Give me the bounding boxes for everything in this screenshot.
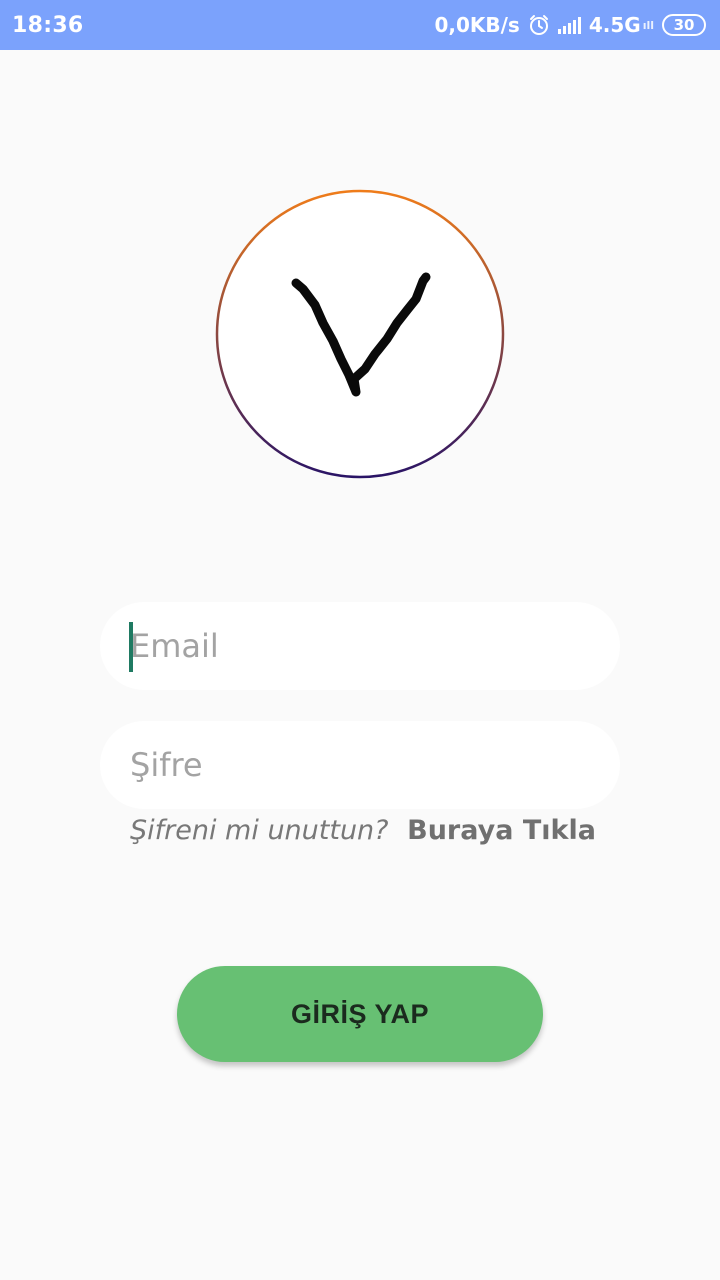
login-screen: 18:36 0,0KB/s 4.5G ıll 30 Email Şifreni … [0,0,720,1280]
app-logo [215,189,505,479]
password-field[interactable] [100,721,620,809]
net-speed: 0,0KB/s [434,13,520,37]
text-cursor [129,622,133,672]
alarm-icon [528,14,550,36]
status-time: 18:36 [12,12,84,38]
forgot-password-question: Şifreni mi unuttun? [130,815,389,846]
status-indicators: 0,0KB/s 4.5G ıll 30 [434,13,706,37]
battery-icon: 30 [662,14,706,36]
password-input[interactable] [130,746,620,784]
email-input[interactable] [130,627,620,665]
forgot-password-link[interactable]: Buraya Tıkla [407,815,596,846]
login-button[interactable]: GİRİŞ YAP [177,966,543,1062]
battery-level: 30 [673,15,695,34]
network-sub: ıll [642,18,654,32]
handwritten-v-logo-icon [215,189,505,479]
signal-icon [557,16,581,34]
status-bar: 18:36 0,0KB/s 4.5G ıll 30 [0,0,720,50]
network-type: 4.5G [588,13,641,37]
forgot-password-row: Şifreni mi unuttun? Buraya Tıkla [130,815,596,846]
email-field[interactable] [100,602,620,690]
